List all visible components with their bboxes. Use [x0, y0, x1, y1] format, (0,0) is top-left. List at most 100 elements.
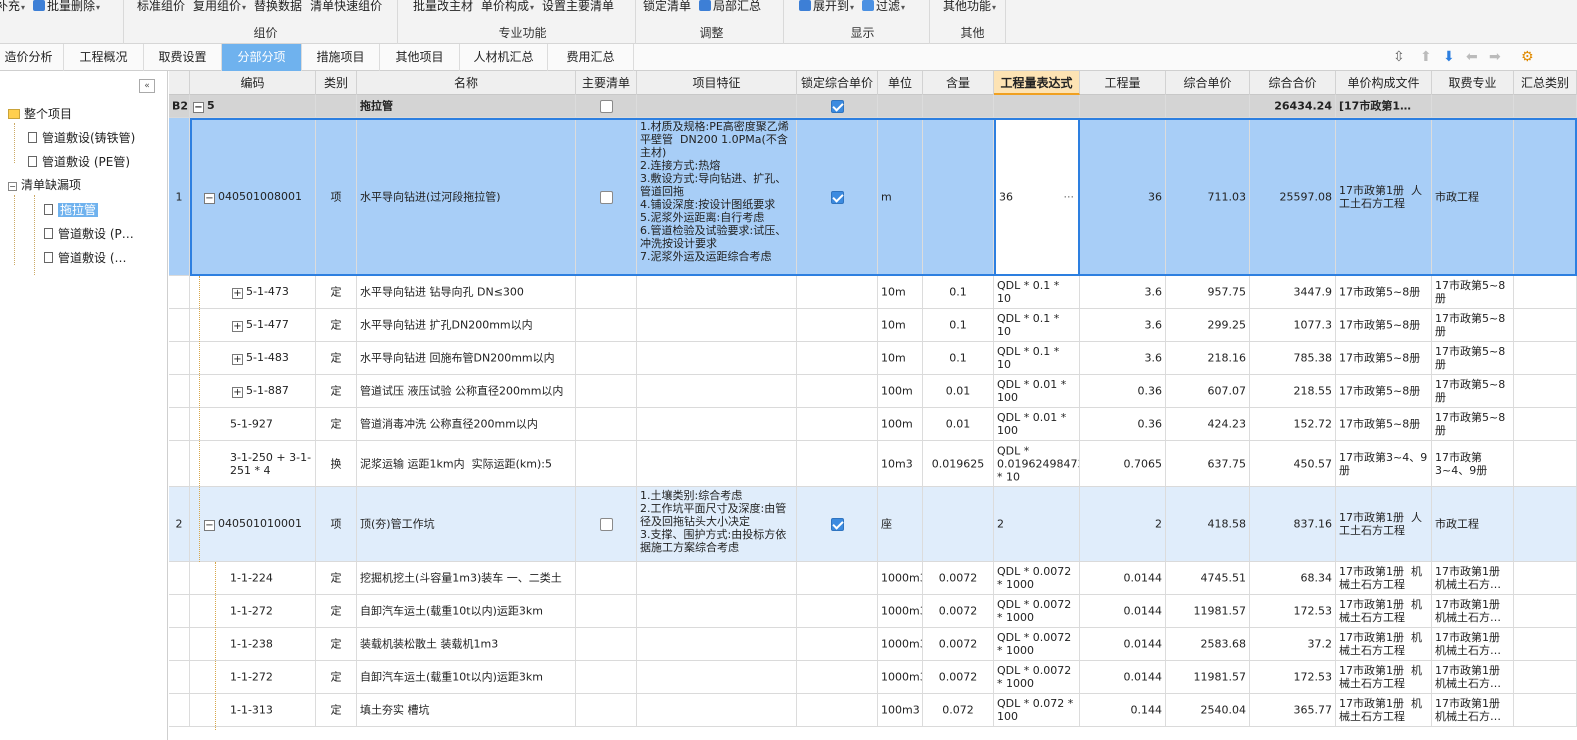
grid-cell[interactable]: 自卸汽车运土(载重10t以内)运距3km: [357, 595, 576, 627]
grid-cell[interactable]: [576, 694, 637, 726]
grid-cell[interactable]: 挖掘机挖土(斗容量1m3)装车 一、二类土: [357, 562, 576, 594]
grid-cell[interactable]: m: [878, 118, 923, 275]
ribbon-button-4-0[interactable]: 展开到▾: [799, 0, 854, 14]
grid-cell[interactable]: [1514, 276, 1577, 308]
grid-cell[interactable]: 0.0144: [1080, 661, 1166, 693]
grid-cell[interactable]: 0.36: [1080, 375, 1166, 407]
grid-cell[interactable]: QDL * 0.0072 * 1000: [994, 562, 1080, 594]
grid-cell[interactable]: 3.6: [1080, 342, 1166, 374]
grid-cell[interactable]: 17市政第1册 人工土石方工程: [1336, 487, 1432, 561]
ribbon-button-2-2[interactable]: 设置主要清单: [542, 0, 614, 12]
grid-cell[interactable]: 拖拉管: [357, 95, 576, 117]
grid-cell[interactable]: [797, 408, 878, 440]
collapse-row-icon[interactable]: −: [204, 192, 215, 204]
quota-row[interactable]: 5-1-927 定 管道消毒冲洗 公称直径200mm以内 100m 0.01 QDL * …: [169, 408, 1577, 441]
grid-cell[interactable]: [1514, 309, 1577, 341]
grid-cell[interactable]: [797, 694, 878, 726]
grid-cell[interactable]: 17市政第1册 机械土石方工程: [1336, 661, 1432, 693]
column-header-6[interactable]: 锁定综合单价: [797, 71, 878, 95]
grid-cell[interactable]: 17市政第5~8册: [1336, 375, 1432, 407]
grid-cell[interactable]: 17市政第1册机械土石方…: [1432, 694, 1514, 726]
grid-cell[interactable]: [576, 276, 637, 308]
grid-cell[interactable]: 定: [316, 309, 357, 341]
grid-cell[interactable]: [994, 95, 1080, 117]
bill-item-row[interactable]: 1 −040501008001 项 水平导向钻进(过河段拖拉管) 1.材质及规格:PE高…: [169, 118, 1577, 276]
ribbon-button-1-0[interactable]: 标准组价: [137, 0, 185, 12]
grid-cell[interactable]: 17市政第1册机械土石方…: [1432, 661, 1514, 693]
grid-cell[interactable]: 换: [316, 441, 357, 486]
grid-cell[interactable]: 水平导向钻进 钻导向孔 DN≤300: [357, 276, 576, 308]
grid-cell[interactable]: 100m: [878, 375, 923, 407]
grid-cell[interactable]: 3.6: [1080, 276, 1166, 308]
grid-cell[interactable]: 水平导向钻进 回施布管DN200mm以内: [357, 342, 576, 374]
grid-cell[interactable]: [637, 441, 797, 486]
grid-cell[interactable]: 自卸汽车运土(载重10t以内)运距3km: [357, 661, 576, 693]
grid-cell[interactable]: 17市政第1册机械土石方…: [1432, 628, 1514, 660]
grid-cell[interactable]: 1-1-272: [190, 595, 316, 627]
tree-node[interactable]: 管道敷设 (P…: [44, 225, 134, 243]
grid-cell[interactable]: [797, 276, 878, 308]
grid-cell[interactable]: 11981.57: [1166, 661, 1250, 693]
checkbox[interactable]: [600, 190, 613, 204]
column-header-5[interactable]: 项目特征: [637, 71, 797, 95]
grid-cell[interactable]: [1432, 95, 1514, 117]
grid-cell[interactable]: 定: [316, 628, 357, 660]
tab-3[interactable]: 分部分项: [222, 44, 302, 71]
grid-cell[interactable]: [637, 562, 797, 594]
grid-cell[interactable]: QDL * 0.1 * 10: [994, 309, 1080, 341]
grid-cell[interactable]: 0.1: [923, 342, 994, 374]
grid-cell[interactable]: 172.53: [1250, 595, 1336, 627]
grid-cell[interactable]: [637, 342, 797, 374]
tree-node[interactable]: 管道敷设 (…: [44, 249, 127, 267]
grid-cell[interactable]: 3447.9: [1250, 276, 1336, 308]
tree-node[interactable]: − 清单缺漏项: [8, 176, 81, 194]
ribbon-button-0-0[interactable]: 补充▾: [0, 0, 25, 14]
grid-cell[interactable]: 4745.51: [1166, 562, 1250, 594]
grid-cell[interactable]: 17市政第1册机械土石方…: [1432, 595, 1514, 627]
column-header-12[interactable]: 综合合价: [1250, 71, 1336, 95]
grid-cell[interactable]: [169, 628, 190, 660]
grid-cell[interactable]: 17市政第1册 机械土石方工程: [1336, 628, 1432, 660]
grid-cell[interactable]: +5-1-477: [190, 309, 316, 341]
bill-item-row[interactable]: 2 −040501010001 项 顶(夯)管工作坑 1.土壤类别:综合考虑 2.工作坑…: [169, 487, 1577, 562]
grid-cell[interactable]: 1.土壤类别:综合考虑 2.工作坑平面尺寸及深度:由管径及回拖钻头大小决定 3.…: [637, 487, 797, 561]
ribbon-button-1-3[interactable]: 清单快速组价: [310, 0, 382, 12]
quota-row[interactable]: 1-1-313 定 填土夯实 槽坑 100m3 0.072 QDL * 0.072 * 1…: [169, 694, 1577, 727]
quota-row[interactable]: +5-1-477 定 水平导向钻进 扩孔DN200mm以内 10m 0.1 QDL * 0…: [169, 309, 1577, 342]
grid-cell[interactable]: 定: [316, 342, 357, 374]
ribbon-button-4-1[interactable]: 过滤▾: [862, 0, 905, 14]
tab-7[interactable]: 费用汇总: [548, 44, 634, 71]
grid-cell[interactable]: 299.25: [1166, 309, 1250, 341]
grid-cell[interactable]: [576, 441, 637, 486]
grid-cell[interactable]: 10m: [878, 342, 923, 374]
column-header-11[interactable]: 综合单价: [1166, 71, 1250, 95]
column-header-8[interactable]: 含量: [923, 71, 994, 95]
grid-cell[interactable]: [576, 118, 637, 275]
grid-cell[interactable]: 637.75: [1166, 441, 1250, 486]
grid-cell[interactable]: 1: [169, 118, 190, 275]
quota-row[interactable]: 1-1-272 定 自卸汽车运土(载重10t以内)运距3km 1000m3 0.0072…: [169, 661, 1577, 694]
grid-cell[interactable]: [1514, 441, 1577, 486]
grid-cell[interactable]: 5-1-927: [190, 408, 316, 440]
grid-cell[interactable]: 11981.57: [1166, 595, 1250, 627]
grid-cell[interactable]: 1000m3: [878, 595, 923, 627]
grid-cell[interactable]: 17市政第5~8册: [1432, 309, 1514, 341]
grid-cell[interactable]: 0.0072: [923, 562, 994, 594]
grid-cell[interactable]: [797, 628, 878, 660]
grid-cell[interactable]: −5: [190, 95, 316, 117]
tools-icon[interactable]: ⚙: [1521, 50, 1534, 64]
grid-cell[interactable]: −040501008001: [190, 118, 316, 275]
grid-cell[interactable]: [637, 375, 797, 407]
grid-cell[interactable]: QDL * 0.01 * 100: [994, 375, 1080, 407]
grid-cell[interactable]: 17市政第3~4、9册: [1432, 441, 1514, 486]
tab-2[interactable]: 取费设置: [144, 44, 222, 71]
grid-cell[interactable]: [576, 487, 637, 561]
grid-cell[interactable]: [169, 562, 190, 594]
grid-cell[interactable]: [797, 441, 878, 486]
grid-cell[interactable]: [637, 408, 797, 440]
grid-cell[interactable]: −040501010001: [190, 487, 316, 561]
grid-cell[interactable]: 定: [316, 375, 357, 407]
grid-cell[interactable]: [637, 661, 797, 693]
grid-cell[interactable]: 定: [316, 408, 357, 440]
grid-cell[interactable]: QDL * 0.1 * 10: [994, 276, 1080, 308]
